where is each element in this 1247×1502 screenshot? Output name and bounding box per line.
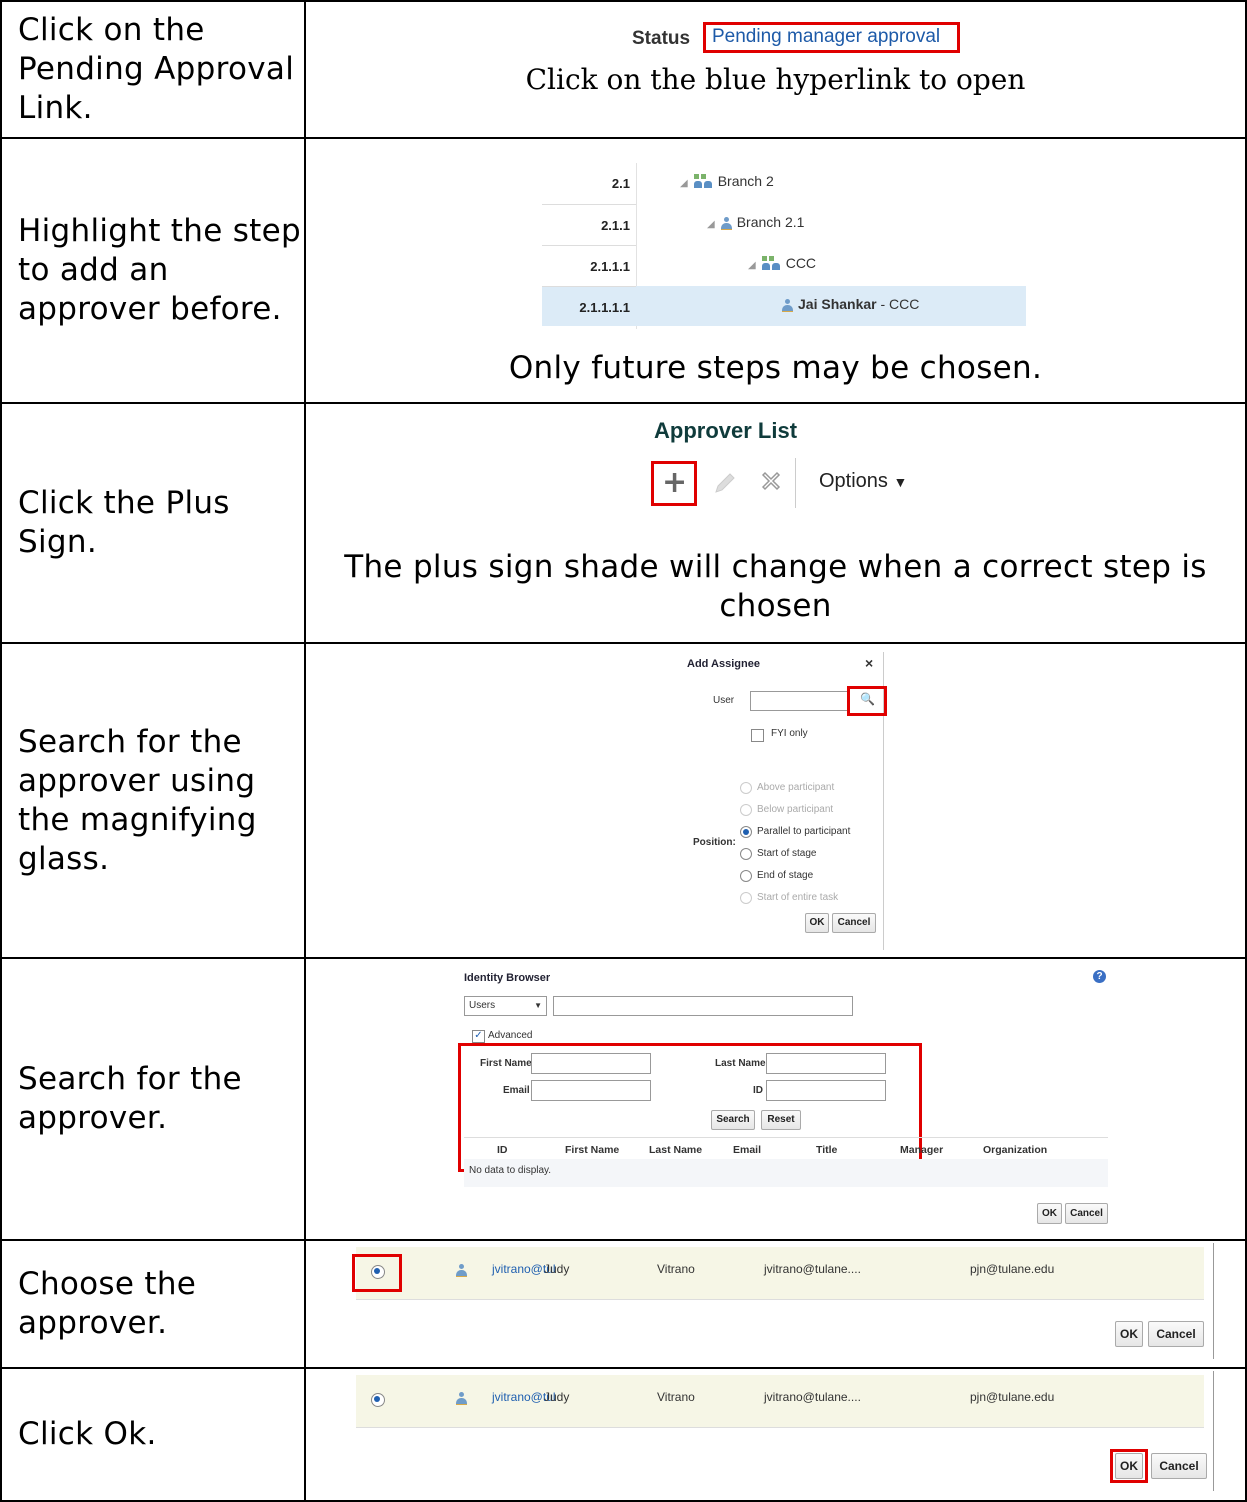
pending-approval-link[interactable]: Pending manager approval	[712, 26, 940, 47]
approver-list-title: Approver List	[654, 418, 798, 443]
step-screenshot: Approver List + Options ▼ The plus sign …	[304, 402, 1247, 644]
result-row[interactable]: jvitrano@tul Judy Vitrano jvitrano@tulan…	[356, 1247, 1204, 1300]
person-icon	[456, 1392, 467, 1405]
radio-start-stage[interactable]	[740, 848, 752, 860]
column-header[interactable]: Email	[733, 1144, 761, 1156]
step-screenshot: 2.1 ◢ Branch 2 2.1.1 ◢ Branch 2.1 2.1.1.1 …	[304, 137, 1247, 404]
expand-triangle-icon[interactable]: ◢	[748, 260, 756, 271]
step-row-1: Click on the Pending Approval Link. Stat…	[0, 0, 1247, 139]
step-row-6: Choose the approver. jvitrano@tul Judy V…	[0, 1239, 1247, 1369]
empty-message: No data to display.	[469, 1165, 552, 1176]
radio-parallel[interactable]	[740, 826, 752, 838]
column-header[interactable]: ID	[497, 1144, 508, 1156]
step-row-4: Search for the approver using the magnif…	[0, 642, 1247, 959]
dialog-title: Identity Browser	[464, 972, 551, 984]
step-instruction: Highlight the step to add an approver be…	[0, 137, 306, 404]
step-instruction: Search for the approver using the magnif…	[0, 642, 306, 959]
expand-triangle-icon[interactable]: ◢	[680, 178, 688, 189]
step-instruction: Click on the Pending Approval Link.	[0, 0, 306, 139]
id-field[interactable]	[766, 1080, 886, 1101]
radio-start-task[interactable]	[740, 892, 752, 904]
ok-button[interactable]: OK	[1115, 1321, 1143, 1347]
step-row-5: Search for the approver. Identity Browse…	[0, 957, 1247, 1241]
step-screenshot: jvitrano@tul Judy Vitrano jvitrano@tulan…	[304, 1367, 1247, 1502]
step-instruction: Choose the approver.	[0, 1239, 306, 1369]
last-name-field[interactable]	[766, 1053, 886, 1074]
cancel-button[interactable]: Cancel	[832, 913, 876, 933]
tree-row[interactable]: 2.1.1 ◢ Branch 2.1	[542, 204, 1026, 244]
ok-button[interactable]: OK	[1115, 1453, 1143, 1479]
result-row[interactable]: jvitrano@tul Judy Vitrano jvitrano@tulan…	[356, 1375, 1204, 1428]
tree-row-selected[interactable]: 2.1.1.1.1 Jai Shankar - CCC	[542, 286, 1026, 326]
search-button[interactable]: Search	[711, 1110, 755, 1130]
user-input[interactable]	[750, 691, 848, 711]
email-field[interactable]	[531, 1080, 651, 1101]
select-radio[interactable]	[371, 1393, 385, 1407]
group-icon	[693, 174, 714, 188]
person-icon	[456, 1264, 467, 1277]
close-icon[interactable]: ×	[865, 655, 873, 671]
group-icon	[761, 256, 782, 270]
step-caption: The plus sign shade will change when a c…	[344, 549, 1207, 624]
dialog-title: Add Assignee	[687, 658, 760, 670]
radio-below[interactable]	[740, 804, 752, 816]
select-radio[interactable]	[371, 1265, 385, 1279]
add-assignee-dialog: Add Assignee × User 🔍 FYI only Position:…	[681, 652, 887, 952]
toolbar-divider	[795, 458, 796, 508]
step-row-3: Click the Plus Sign. Approver List + Opt…	[0, 402, 1247, 644]
position-label: Position:	[693, 837, 736, 848]
user-label: User	[713, 695, 735, 706]
approval-tree: 2.1 ◢ Branch 2 2.1.1 ◢ Branch 2.1 2.1.1.1 …	[542, 163, 1026, 329]
identity-browser-dialog: Identity Browser ? Users ▼ ✓ Advanced Fir…	[458, 969, 1121, 1229]
step-screenshot: Add Assignee × User 🔍 FYI only Position:…	[304, 642, 1247, 959]
fyi-checkbox[interactable]	[751, 729, 764, 742]
step-row-2: Highlight the step to add an approver be…	[0, 137, 1247, 404]
column-header[interactable]: Manager	[900, 1144, 943, 1156]
column-header[interactable]: First Name	[565, 1144, 619, 1156]
options-menu[interactable]: Options ▼	[819, 470, 907, 493]
person-icon	[720, 217, 732, 230]
fyi-label: FYI only	[771, 728, 808, 739]
first-name-field[interactable]	[531, 1053, 651, 1074]
advanced-checkbox[interactable]: ✓	[472, 1030, 485, 1043]
step-screenshot: Identity Browser ? Users ▼ ✓ Advanced Fir…	[304, 957, 1247, 1241]
radio-end-stage[interactable]	[740, 870, 752, 882]
column-header[interactable]: Title	[816, 1144, 837, 1156]
ok-button[interactable]: OK	[805, 913, 829, 933]
chevron-down-icon: ▼	[534, 1001, 542, 1010]
step-caption: Click on the blue hyperlink to open	[525, 63, 1026, 96]
instruction-table: Click on the Pending Approval Link. Stat…	[0, 0, 1247, 1502]
status-area: Status	[632, 28, 690, 50]
step-screenshot: Status Pending manager approval Click on…	[304, 0, 1247, 139]
ok-button[interactable]: OK	[1037, 1203, 1062, 1224]
column-header[interactable]: Last Name	[649, 1144, 702, 1156]
expand-triangle-icon[interactable]: ◢	[707, 219, 715, 230]
cancel-button[interactable]: Cancel	[1151, 1453, 1207, 1479]
delete-icon[interactable]	[758, 468, 784, 498]
step-caption: Only future steps may be chosen.	[508, 350, 1043, 386]
step-row-7: Click Ok. jvitrano@tul Judy Vitrano jvit…	[0, 1367, 1247, 1502]
plus-icon[interactable]: +	[662, 468, 687, 498]
search-input[interactable]	[553, 996, 853, 1016]
radio-above[interactable]	[740, 782, 752, 794]
cancel-button[interactable]: Cancel	[1065, 1203, 1108, 1224]
status-label: Status	[632, 28, 691, 49]
person-icon	[782, 299, 793, 312]
reset-button[interactable]: Reset	[761, 1110, 801, 1130]
cancel-button[interactable]: Cancel	[1148, 1321, 1204, 1347]
help-icon[interactable]: ?	[1093, 970, 1106, 983]
step-instruction: Search for the approver.	[0, 957, 306, 1241]
step-instruction: Click Ok.	[0, 1367, 306, 1502]
type-select[interactable]: Users ▼	[464, 996, 547, 1016]
advanced-label: Advanced	[488, 1030, 533, 1041]
step-instruction: Click the Plus Sign.	[0, 402, 306, 644]
tree-row[interactable]: 2.1.1.1 ◢ CCC	[542, 245, 1026, 285]
tree-row[interactable]: 2.1 ◢ Branch 2	[542, 163, 1026, 203]
search-icon[interactable]: 🔍	[860, 692, 875, 706]
dropdown-arrow-icon: ▼	[893, 474, 908, 490]
edit-icon[interactable]	[712, 470, 738, 500]
step-screenshot: jvitrano@tul Judy Vitrano jvitrano@tulan…	[304, 1239, 1247, 1369]
column-header[interactable]: Organization	[983, 1144, 1047, 1156]
